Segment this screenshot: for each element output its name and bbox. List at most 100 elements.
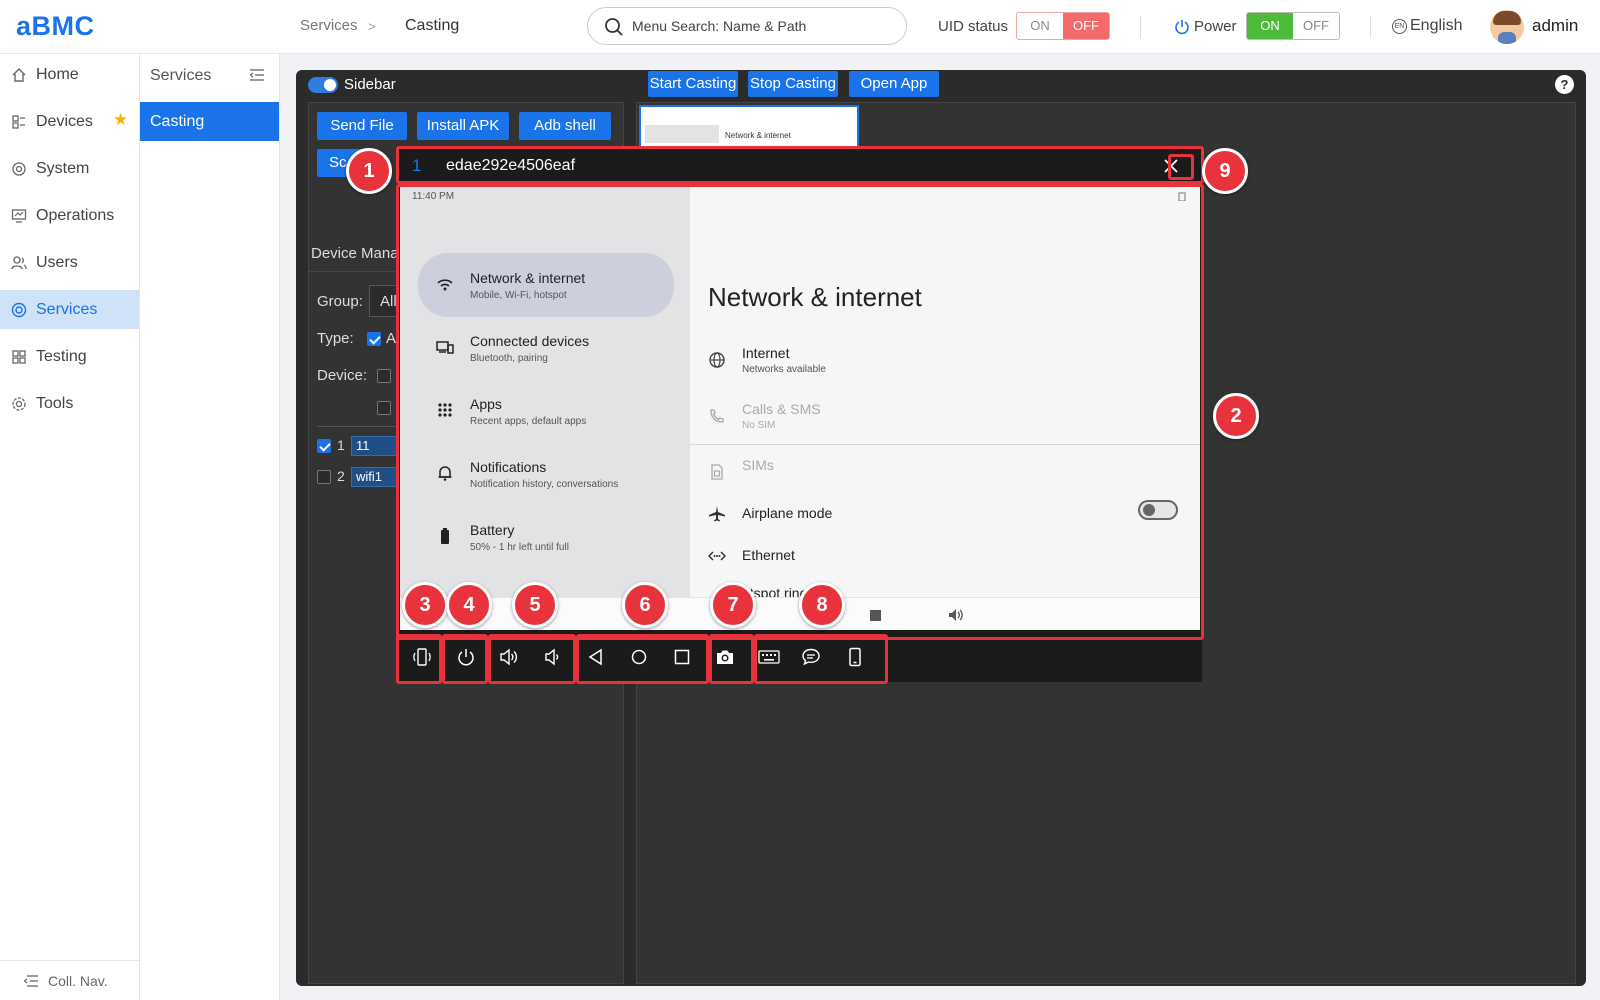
callout-box-input [754,634,888,684]
power-off-option[interactable]: OFF [1293,13,1339,39]
sidebar-item-devices[interactable]: Devices ★ [0,102,139,141]
power-on-option[interactable]: ON [1247,13,1293,39]
callout-marker: 8 [799,582,845,628]
device-row-name[interactable]: wifi1 [351,467,401,487]
top-header: aBMC Services > Casting Menu Search: Nam… [0,0,1600,54]
menu-fold-icon[interactable] [250,69,264,81]
callout-box-header [396,146,1204,184]
callout-marker: 5 [512,582,558,628]
callout-box-power [442,634,488,684]
services-subnav: Services Casting [140,54,280,1000]
open-app-button[interactable]: Open App [849,71,939,97]
uid-off-option[interactable]: OFF [1063,13,1109,39]
type-label: Type: [317,330,354,347]
search-icon [605,18,623,36]
sidebar-item-label: Tools [36,395,74,412]
device-checkbox[interactable] [377,401,391,415]
callout-marker: 6 [622,582,668,628]
device-row-checkbox[interactable] [317,439,331,453]
subnav-item-label: Casting [150,113,205,130]
callout-marker: 1 [346,148,392,194]
sidebar-item-home[interactable]: Home [0,55,139,94]
sidebar-item-tools[interactable]: Tools [0,384,139,423]
testing-icon [12,350,26,364]
breadcrumb-services[interactable]: Services [300,17,358,34]
system-icon [12,162,26,176]
device-row-checkbox[interactable] [317,470,331,484]
users-icon [11,256,27,270]
sidebar-item-testing[interactable]: Testing [0,337,139,376]
group-select-value: All [380,293,397,310]
operations-icon [11,209,27,223]
device-label: Device: [317,367,368,384]
callout-marker: 3 [402,582,448,628]
search-placeholder: Menu Search: Name & Path [632,18,807,34]
header-divider [1140,16,1141,38]
thumbnail-text: Network & internet [725,131,791,140]
username[interactable]: admin [1532,16,1578,36]
callout-marker: 2 [1213,393,1259,439]
collapse-nav-button[interactable]: Coll. Nav. [0,960,139,1000]
services-icon [11,302,27,318]
callout-marker: 9 [1202,148,1248,194]
language-icon: EN [1392,19,1407,34]
callout-box-navigation [576,634,709,684]
uid-status-label: UID status [938,18,1009,35]
sidebar-item-label: Devices [36,113,93,130]
home-icon [12,68,26,82]
device-row-index: 1 [337,437,345,453]
avatar[interactable] [1490,10,1524,44]
callout-box-screen [396,184,1204,640]
sidebar-item-system[interactable]: System [0,149,139,188]
type-checkbox[interactable] [367,332,381,346]
callout-marker: 7 [710,582,756,628]
uid-on-option[interactable]: ON [1017,13,1063,39]
callout-box-volume [488,634,576,684]
start-casting-button[interactable]: Start Casting [648,71,738,97]
collapse-nav-label: Coll. Nav. [48,973,108,989]
install-apk-button[interactable]: Install APK [417,112,509,140]
help-icon[interactable]: ? [1555,75,1574,94]
adb-shell-button[interactable]: Adb shell [519,112,611,140]
sidebar-item-operations[interactable]: Operations [0,196,139,235]
header-divider [1370,16,1371,38]
breadcrumb-casting: Casting [405,17,460,34]
sidebar-toggle-switch[interactable] [308,77,338,93]
power-icon [1175,20,1189,35]
device-thumbnail[interactable]: Network & internet [639,105,859,149]
device-row-index: 2 [337,468,345,484]
send-file-button[interactable]: Send File [317,112,407,140]
main-sidebar: Home Devices ★ System Operations Users S… [0,54,140,1000]
language-selector[interactable]: English [1410,17,1462,35]
power-label: Power [1194,18,1237,35]
device-manager-label: Device Mana [311,245,399,262]
thumbnail-sidebar [645,125,719,143]
devices-icon [12,115,25,129]
device-row-name[interactable]: 11 [351,436,401,456]
collapse-icon [24,975,38,987]
app-logo[interactable]: aBMC [16,11,95,42]
callout-box-screenshot [709,634,754,684]
star-icon[interactable]: ★ [113,110,128,130]
callout-box-close [1168,154,1194,180]
sidebar-item-services[interactable]: Services [0,290,139,329]
callout-box-rotate [396,634,442,684]
subnav-title: Services [150,67,212,84]
uid-status-toggle[interactable]: ON OFF [1016,12,1110,40]
tools-icon [12,397,26,411]
subnav-item-casting[interactable]: Casting [140,102,279,141]
callout-marker: 4 [446,582,492,628]
sidebar-item-label: Home [36,66,79,83]
sidebar-item-label: Testing [36,348,87,365]
sidebar-toggle-label: Sidebar [344,76,396,93]
sidebar-item-label: Users [36,254,78,271]
power-toggle[interactable]: ON OFF [1246,12,1340,40]
sidebar-item-label: System [36,160,90,177]
type-option-label: A [386,330,397,347]
breadcrumb-separator: > [368,19,376,34]
device-checkbox[interactable] [377,369,391,383]
sidebar-item-users[interactable]: Users [0,243,139,282]
sidebar-item-label: Services [36,301,98,318]
menu-search-input[interactable]: Menu Search: Name & Path [587,7,907,45]
stop-casting-button[interactable]: Stop Casting [748,71,838,97]
